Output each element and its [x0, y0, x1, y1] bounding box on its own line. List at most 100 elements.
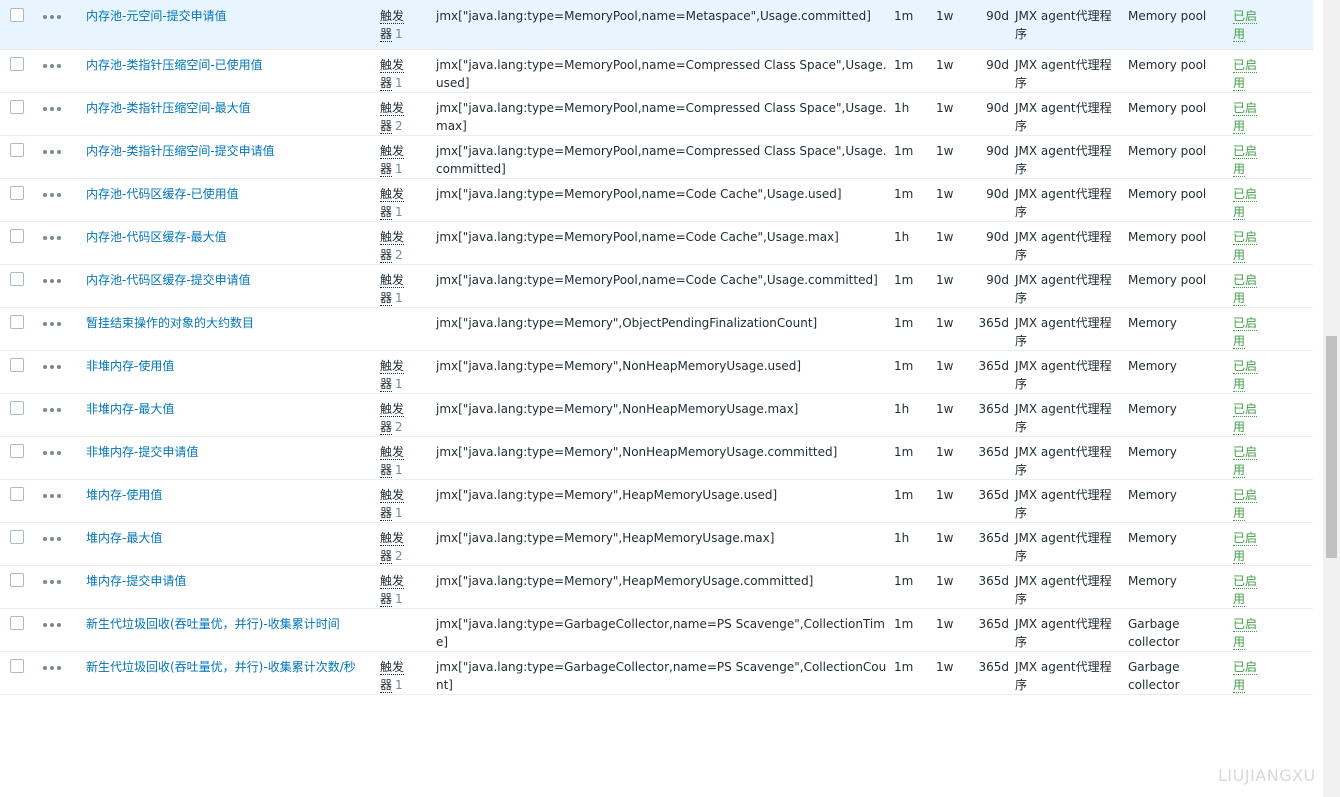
row-select-checkbox[interactable]	[10, 271, 24, 286]
item-name-link[interactable]: 新生代垃圾回收(吞吐量优，并行)-收集累计次数/秒	[86, 658, 380, 676]
scrollbar-thumb[interactable]	[1326, 336, 1337, 558]
triggers-link[interactable]: 触发器 1	[380, 357, 410, 393]
triggers-link[interactable]: 触发器 1	[380, 271, 410, 307]
row-select-checkbox[interactable]	[10, 228, 24, 243]
row-select-checkbox[interactable]	[10, 8, 24, 22]
item-name-link[interactable]: 堆内存-提交申请值	[86, 572, 380, 590]
item-history: 1w	[936, 530, 954, 545]
row-select-checkbox[interactable]	[10, 314, 24, 329]
item-status-toggle[interactable]: 已启用	[1233, 7, 1259, 43]
row-select-checkbox[interactable]	[10, 56, 24, 71]
item-history: 1w	[936, 401, 954, 416]
row-select-checkbox[interactable]	[10, 357, 24, 372]
item-status-toggle[interactable]: 已启用	[1233, 185, 1259, 221]
item-status-toggle[interactable]: 已启用	[1233, 99, 1259, 135]
item-name-link[interactable]: 内存池-类指针压缩空间-最大值	[86, 99, 380, 117]
item-interval: 1m	[894, 487, 914, 502]
row-select-checkbox[interactable]	[10, 142, 24, 157]
row-actions-menu-icon[interactable]	[43, 529, 63, 547]
row-actions-menu-icon[interactable]	[43, 228, 63, 246]
row-select-checkbox[interactable]	[10, 572, 24, 587]
row-select-checkbox[interactable]	[10, 99, 24, 114]
triggers-link[interactable]: 触发器 1	[380, 142, 410, 178]
triggers-link[interactable]: 触发器 1	[380, 56, 410, 92]
item-interval: 1m	[894, 186, 914, 201]
item-name-link[interactable]: 内存池-元空间-提交申请值	[86, 7, 380, 25]
triggers-link[interactable]: 触发器 1	[380, 658, 410, 694]
triggers-count: 1	[395, 204, 403, 219]
row-actions-menu-icon[interactable]	[43, 357, 63, 375]
row-actions-menu-icon[interactable]	[43, 314, 63, 332]
triggers-link[interactable]: 触发器 2	[380, 400, 410, 436]
item-name-link[interactable]: 非堆内存-提交申请值	[86, 443, 380, 461]
row-actions-menu-icon[interactable]	[43, 443, 63, 461]
item-name-link[interactable]: 非堆内存-最大值	[86, 400, 380, 418]
triggers-link[interactable]: 触发器 2	[380, 99, 410, 135]
row-select-checkbox[interactable]	[10, 658, 24, 673]
row-select-checkbox[interactable]	[10, 400, 24, 415]
item-status-toggle[interactable]: 已启用	[1233, 271, 1259, 307]
item-status-label: 已启用	[1233, 444, 1258, 478]
item-name-link[interactable]: 内存池-代码区缓存-最大值	[86, 228, 380, 246]
row-actions-menu-icon[interactable]	[43, 7, 63, 25]
triggers-link[interactable]: 触发器 1	[380, 486, 410, 522]
row-actions-menu-icon[interactable]	[43, 400, 63, 418]
row-actions-menu-icon[interactable]	[43, 572, 63, 590]
row-actions-menu-icon[interactable]	[43, 486, 63, 504]
item-name-link[interactable]: 暂挂结束操作的对象的大约数目	[86, 314, 380, 332]
item-trends: 90d	[986, 9, 1009, 23]
triggers-link[interactable]: 触发器 1	[380, 572, 410, 608]
item-status-label: 已启用	[1233, 9, 1258, 42]
item-status-toggle[interactable]: 已启用	[1233, 56, 1259, 92]
row-select-checkbox[interactable]	[10, 443, 24, 458]
item-status-toggle[interactable]: 已启用	[1233, 314, 1259, 350]
item-name-link[interactable]: 新生代垃圾回收(吞吐量优，并行)-收集累计时间	[86, 615, 380, 633]
item-name-link[interactable]: 堆内存-使用值	[86, 486, 380, 504]
item-name-link[interactable]: 内存池-代码区缓存-已使用值	[86, 185, 380, 203]
item-status-toggle[interactable]: 已启用	[1233, 615, 1259, 651]
item-status-toggle[interactable]: 已启用	[1233, 142, 1259, 178]
triggers-link[interactable]: 触发器 1	[380, 185, 410, 221]
row-actions-menu-icon[interactable]	[43, 185, 63, 203]
row-actions-menu-icon[interactable]	[43, 56, 63, 74]
row-actions-menu-icon[interactable]	[43, 658, 63, 676]
row-actions-menu-icon[interactable]	[43, 99, 63, 117]
row-select-checkbox[interactable]	[10, 615, 24, 630]
triggers-link[interactable]: 触发器 1	[380, 443, 410, 479]
triggers-link[interactable]: 触发器 2	[380, 529, 410, 565]
row-actions-menu-icon[interactable]	[43, 615, 63, 633]
item-name-link[interactable]: 堆内存-最大值	[86, 529, 380, 547]
item-status-toggle[interactable]: 已启用	[1233, 443, 1259, 479]
item-type: JMX agent代理程序	[1015, 9, 1112, 41]
row-select-checkbox[interactable]	[10, 529, 24, 544]
item-type: JMX agent代理程序	[1015, 272, 1112, 305]
item-history: 1w	[936, 659, 954, 674]
item-status-label: 已启用	[1233, 401, 1258, 435]
item-key: jmx["java.lang:type=Memory",ObjectPendin…	[436, 315, 818, 330]
triggers-link[interactable]: 触发器 1	[380, 7, 410, 43]
item-name-link[interactable]: 内存池-类指针压缩空间-提交申请值	[86, 142, 380, 160]
row-select-checkbox[interactable]	[10, 185, 24, 200]
row-actions-menu-icon[interactable]	[43, 142, 63, 160]
item-name-link[interactable]: 非堆内存-使用值	[86, 357, 380, 375]
row-select-checkbox[interactable]	[10, 486, 24, 501]
item-status-toggle[interactable]: 已启用	[1233, 529, 1259, 565]
item-trends: 90d	[986, 143, 1009, 158]
item-status-toggle[interactable]: 已启用	[1233, 658, 1259, 694]
item-status-toggle[interactable]: 已启用	[1233, 228, 1259, 264]
item-trends: 90d	[986, 186, 1009, 201]
item-key: jmx["java.lang:type=Memory",NonHeapMemor…	[436, 358, 802, 373]
triggers-count: 1	[395, 462, 403, 477]
item-trends: 90d	[986, 272, 1009, 287]
triggers-link[interactable]: 触发器 2	[380, 228, 410, 264]
item-interval: 1m	[894, 659, 914, 674]
item-status-toggle[interactable]: 已启用	[1233, 357, 1259, 393]
item-name-link[interactable]: 内存池-类指针压缩空间-已使用值	[86, 56, 380, 74]
vertical-scrollbar[interactable]	[1323, 0, 1340, 797]
item-status-toggle[interactable]: 已启用	[1233, 400, 1259, 436]
item-trends: 365d	[978, 616, 1009, 631]
item-status-toggle[interactable]: 已启用	[1233, 572, 1259, 608]
item-status-toggle[interactable]: 已启用	[1233, 486, 1259, 522]
item-name-link[interactable]: 内存池-代码区缓存-提交申请值	[86, 271, 380, 289]
row-actions-menu-icon[interactable]	[43, 271, 63, 289]
